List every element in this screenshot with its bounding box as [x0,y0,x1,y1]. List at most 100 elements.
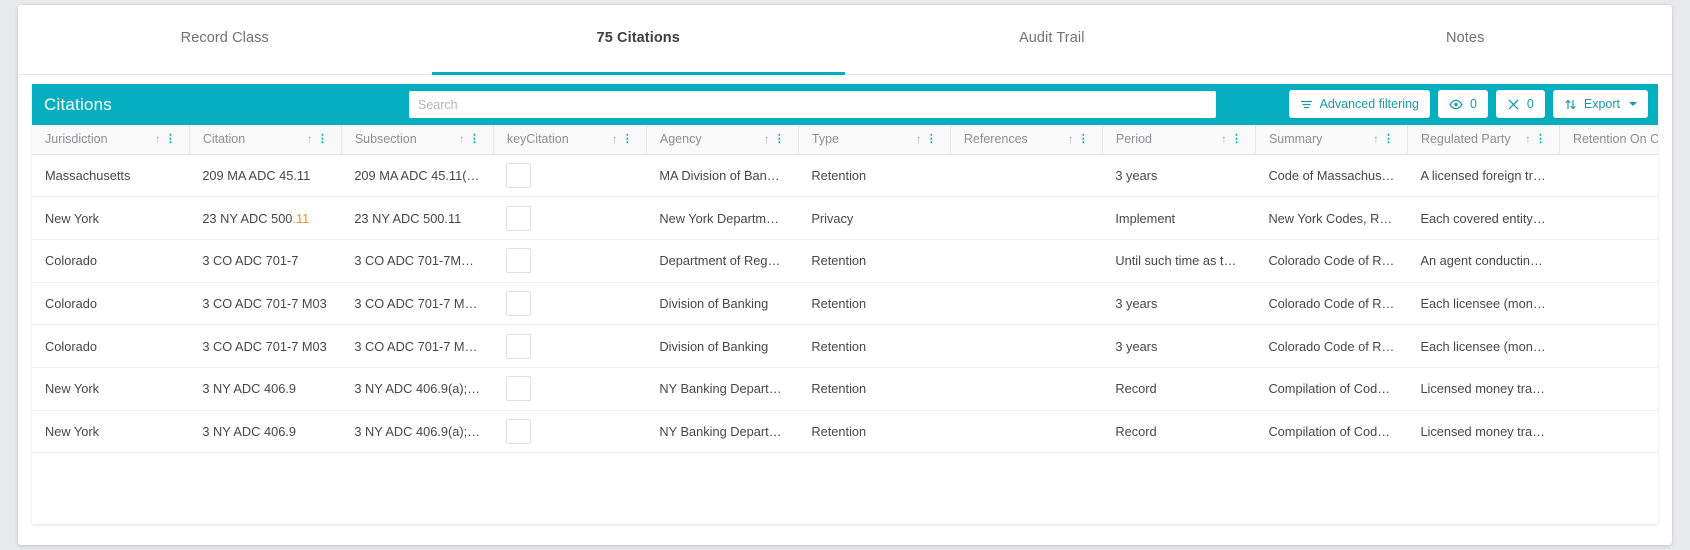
cell-agency: New York Departme… [646,196,799,240]
sort-ascending-icon[interactable]: ↑ [1221,133,1227,145]
cell-type: Retention [798,367,951,411]
table-row[interactable]: New York 3 NY ADC 406.9 3 NY ADC 406.9(a);… [32,410,1658,454]
cell-type: Retention [798,410,951,454]
column-header-label: Type [811,132,839,147]
cell-regulated-party: Each covered entity … [1407,196,1560,240]
column-menu-icon[interactable]: ⋮ [1535,133,1546,145]
chevron-down-icon [1629,102,1637,106]
column-header-period[interactable]: Period ↑ ⋮ [1102,125,1256,155]
cell-summary: Compilation of Code… [1255,410,1408,454]
cell-citation: 209 MA ADC 45.11 [189,154,342,198]
cell-subsection: 3 NY ADC 406.9(a); (… [341,367,494,411]
cell-citation: 23 NY ADC 500.11 [189,196,342,240]
cell-retention-on-c [1559,282,1658,326]
table-row[interactable]: Massachusetts 209 MA ADC 45.11 209 MA ADC … [32,154,1658,198]
column-menu-icon[interactable]: ⋮ [926,133,937,145]
cell-summary: Colorado Code of Re… [1255,239,1408,283]
column-header-references[interactable]: References ↑ ⋮ [950,125,1103,155]
cell-period: 3 years [1102,154,1256,198]
column-menu-icon[interactable]: ⋮ [622,133,633,145]
sort-ascending-icon[interactable]: ↑ [459,133,465,145]
column-header-label: Citation [202,132,246,147]
column-menu-icon[interactable]: ⋮ [165,133,176,145]
keycitation-checkbox[interactable] [506,162,532,188]
sort-ascending-icon[interactable]: ↑ [1068,133,1074,145]
cell-references [950,196,1103,240]
keycitation-checkbox[interactable] [506,376,532,402]
tab-75-citations[interactable]: 75 Citations [431,5,846,75]
column-header-type[interactable]: Type ↑ ⋮ [798,125,951,155]
sort-ascending-icon[interactable]: ↑ [1373,133,1379,145]
cell-type: Retention [798,154,951,198]
keycitation-checkbox[interactable] [506,248,532,274]
cell-keycitation [493,196,647,240]
cell-jurisdiction: Colorado [32,282,190,326]
citation-text: 3 CO ADC 701-7 [202,253,299,269]
export-arrows-icon [1564,98,1577,111]
keycitation-checkbox[interactable] [506,333,532,359]
cell-references [950,239,1103,283]
pinned-columns-button[interactable]: 0 [1495,90,1545,118]
cell-period: Until such time as th… [1102,239,1256,283]
sort-ascending-icon[interactable]: ↑ [1525,133,1531,145]
column-header-summary[interactable]: Summary ↑ ⋮ [1255,125,1408,155]
export-button[interactable]: Export [1552,90,1648,118]
table-row[interactable]: New York 3 NY ADC 406.9 3 NY ADC 406.9(a);… [32,367,1658,411]
column-menu-icon[interactable]: ⋮ [1078,133,1089,145]
tab-notes[interactable]: Notes [1259,5,1673,74]
advanced-filtering-label: Advanced filtering [1319,97,1419,111]
tab-audit-trail[interactable]: Audit Trail [845,5,1259,74]
keycitation-checkbox[interactable] [506,205,532,231]
sort-ascending-icon[interactable]: ↑ [612,133,618,145]
column-header-label: Summary [1268,132,1323,147]
citation-text: 3 CO ADC 701-7 M03 [202,338,327,354]
tab-record-class[interactable]: Record Class [18,5,432,74]
cell-subsection: 3 CO ADC 701-7 M0… [341,324,494,368]
column-header-jurisdiction[interactable]: Jurisdiction ↑ ⋮ [32,125,190,155]
column-visibility-button[interactable]: 0 [1437,90,1488,118]
column-menu-icon[interactable]: ⋮ [774,133,785,145]
column-menu-icon[interactable]: ⋮ [469,133,480,145]
column-menu-icon[interactable]: ⋮ [317,133,328,145]
table-scroll-area[interactable]: Jurisdiction ↑ ⋮ Citation ↑ ⋮ Subsection ↑ ⋮ keyC… [32,125,1658,524]
sort-ascending-icon[interactable]: ↑ [764,133,770,145]
column-header-label: keyCitation [506,132,569,147]
advanced-filtering-button[interactable]: Advanced filtering [1288,90,1430,118]
citations-grid-panel: Citations Advanced filtering [32,84,1658,524]
column-visibility-count: 0 [1469,97,1477,111]
table-body: Massachusetts 209 MA ADC 45.11 209 MA ADC … [32,154,1658,454]
keycitation-checkbox[interactable] [506,418,532,444]
grid-toolbar: Citations Advanced filtering [32,84,1658,125]
column-header-regulated-party[interactable]: Regulated Party ↑ ⋮ [1407,125,1560,155]
sort-ascending-icon[interactable]: ↑ [155,133,161,145]
cell-summary: Compilation of Code… [1255,367,1408,411]
eye-icon [1449,98,1463,111]
table-row[interactable]: New York 23 NY ADC 500.11 23 NY ADC 500.11… [32,196,1658,240]
citation-text: 3 NY ADC 406.9 [202,381,296,397]
table-row[interactable]: Colorado 3 CO ADC 701-7 M03 3 CO ADC 701-7… [32,282,1658,326]
cell-jurisdiction: Colorado [32,324,190,368]
table-row[interactable]: Colorado 3 CO ADC 701-7 M03 3 CO ADC 701-7… [32,324,1658,368]
column-header-agency[interactable]: Agency ↑ ⋮ [646,125,799,155]
column-header-retention-on-c[interactable]: Retention On C [1559,125,1658,155]
cell-references [950,410,1103,454]
column-header-keycitation[interactable]: keyCitation ↑ ⋮ [493,125,647,155]
sort-ascending-icon[interactable]: ↑ [916,133,922,145]
cell-regulated-party: Each licensee (mone… [1407,282,1560,326]
column-menu-icon[interactable]: ⋮ [1383,133,1394,145]
cell-citation: 3 NY ADC 406.9 [189,367,342,411]
cell-references [950,324,1103,368]
citation-text: 23 NY ADC 500 [202,210,293,226]
column-menu-icon[interactable]: ⋮ [1231,133,1242,145]
cell-keycitation [493,410,647,454]
sort-ascending-icon[interactable]: ↑ [307,133,313,145]
column-header-subsection[interactable]: Subsection ↑ ⋮ [341,125,494,155]
citation-text: 3 NY ADC 406.9 [202,423,296,439]
table-row[interactable]: Colorado 3 CO ADC 701-7 3 CO ADC 701-7M08…… [32,239,1658,283]
search-input[interactable] [409,91,1216,118]
citation-text: 3 CO ADC 701-7 M03 [202,295,327,311]
cell-summary: Colorado Code of Re… [1255,324,1408,368]
keycitation-checkbox[interactable] [506,290,532,316]
column-header-citation[interactable]: Citation ↑ ⋮ [189,125,342,155]
cell-agency: NY Banking Departm… [646,410,799,454]
